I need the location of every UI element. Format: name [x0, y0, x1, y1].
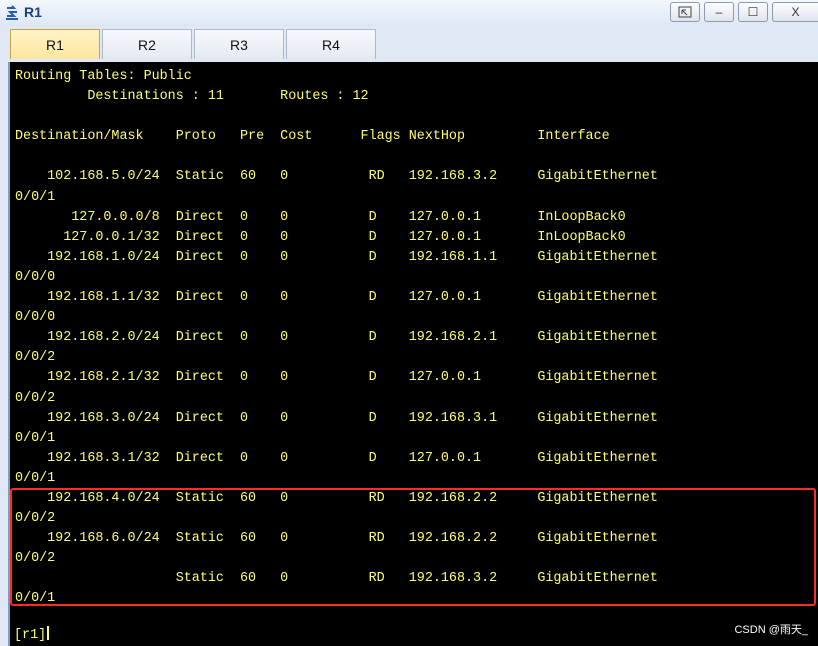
title-bar: R1 – ☐ X	[0, 0, 818, 27]
close-button[interactable]: X	[772, 2, 818, 22]
router-app-icon	[6, 5, 18, 20]
watermark: CSDN @雨天_	[734, 624, 808, 636]
minimize-button[interactable]: –	[704, 2, 734, 22]
tab-r3[interactable]: R3	[194, 29, 284, 59]
tab-r1[interactable]: R1	[10, 29, 100, 59]
tab-r4[interactable]: R4	[286, 29, 376, 59]
window-title: R1	[24, 4, 42, 20]
maximize-button[interactable]: ☐	[738, 2, 768, 22]
restore-icon	[678, 6, 692, 18]
minimize-icon: –	[715, 5, 723, 19]
restore-button[interactable]	[670, 2, 700, 22]
text-cursor	[47, 626, 50, 640]
close-icon: X	[791, 5, 800, 19]
highlight-annotation-box	[10, 488, 816, 606]
tab-strip: R1 R2 R3 R4	[0, 26, 818, 62]
tab-r2[interactable]: R2	[102, 29, 192, 59]
command-prompt[interactable]: [r1]	[14, 626, 50, 643]
maximize-icon: ☐	[747, 5, 759, 19]
prompt-text: [r1]	[14, 628, 47, 643]
